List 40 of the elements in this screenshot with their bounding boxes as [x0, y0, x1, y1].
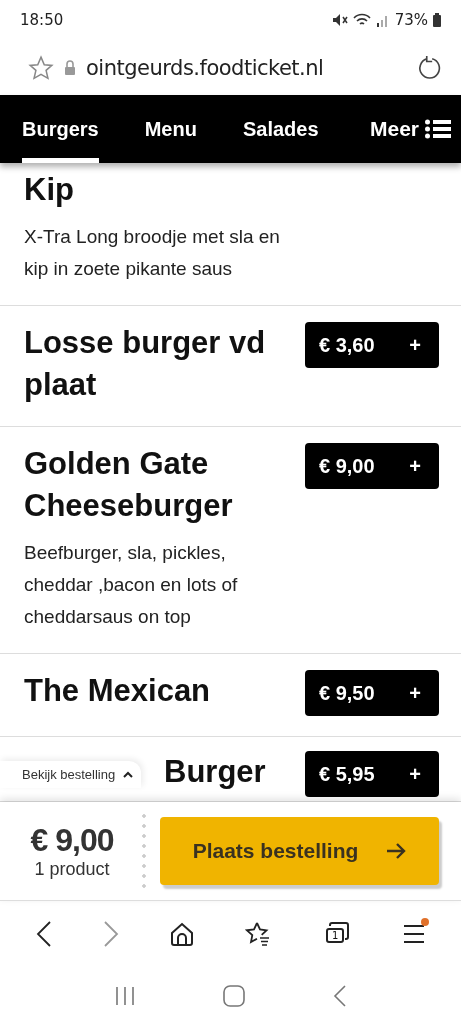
order-total: € 9,00	[30, 822, 114, 859]
view-order-toggle[interactable]: Bekijk bestelling	[0, 761, 142, 788]
more-button[interactable]: Meer	[369, 95, 451, 163]
add-to-cart-button[interactable]: € 9,00 +	[305, 443, 439, 489]
recent-apps-icon[interactable]	[113, 986, 136, 1006]
battery-percent: 73%	[394, 11, 428, 29]
lock-icon	[64, 60, 76, 75]
product-description: X-Tra Long broodje met sla en kip in zoete pikante saus	[24, 225, 281, 281]
star-icon[interactable]	[28, 54, 54, 81]
menu-icon[interactable]	[403, 924, 426, 944]
signal-icon	[375, 13, 390, 27]
wifi-icon	[352, 13, 371, 27]
tabs-button[interactable]: 1	[322, 922, 353, 946]
url-text[interactable]: ointgeurds.foodticket.nl	[86, 55, 407, 80]
category-tab[interactable]: Burgers	[22, 95, 99, 163]
status-time: 18:50	[20, 11, 64, 29]
product-title: Kip	[24, 171, 75, 209]
product-title: The Mexican	[24, 672, 212, 710]
menu-icon	[425, 119, 451, 139]
product-title: Burger	[164, 753, 267, 791]
bookmarks-icon[interactable]	[245, 921, 272, 947]
add-to-cart-button[interactable]: € 3,60 +	[305, 322, 439, 368]
back-icon[interactable]	[35, 921, 52, 947]
add-to-cart-button[interactable]: € 5,95 +	[305, 751, 439, 797]
category-tab[interactable]: Salades	[242, 95, 319, 163]
battery-icon	[433, 13, 441, 27]
home-icon[interactable]	[169, 922, 194, 946]
category-tab[interactable]: Menu	[144, 95, 197, 163]
place-order-button[interactable]: Plaats bestelling	[160, 817, 439, 885]
notification-dot	[421, 918, 430, 926]
product-title: Golden Gate Cheeseburger	[24, 445, 234, 525]
arrow-icon	[386, 843, 407, 859]
caret-icon	[123, 771, 134, 778]
mute-icon	[331, 13, 348, 27]
product-title: Losse burger vd plaat	[24, 324, 267, 404]
add-to-cart-button[interactable]: € 9,50 +	[305, 670, 439, 716]
product-description: Beefburger, sla, pickles, cheddar ,bacon en lots of cheddarsaus on top	[24, 541, 239, 629]
reload-icon[interactable]	[417, 54, 443, 81]
forward-icon[interactable]	[102, 921, 119, 947]
product-count: 1 product	[34, 859, 110, 880]
